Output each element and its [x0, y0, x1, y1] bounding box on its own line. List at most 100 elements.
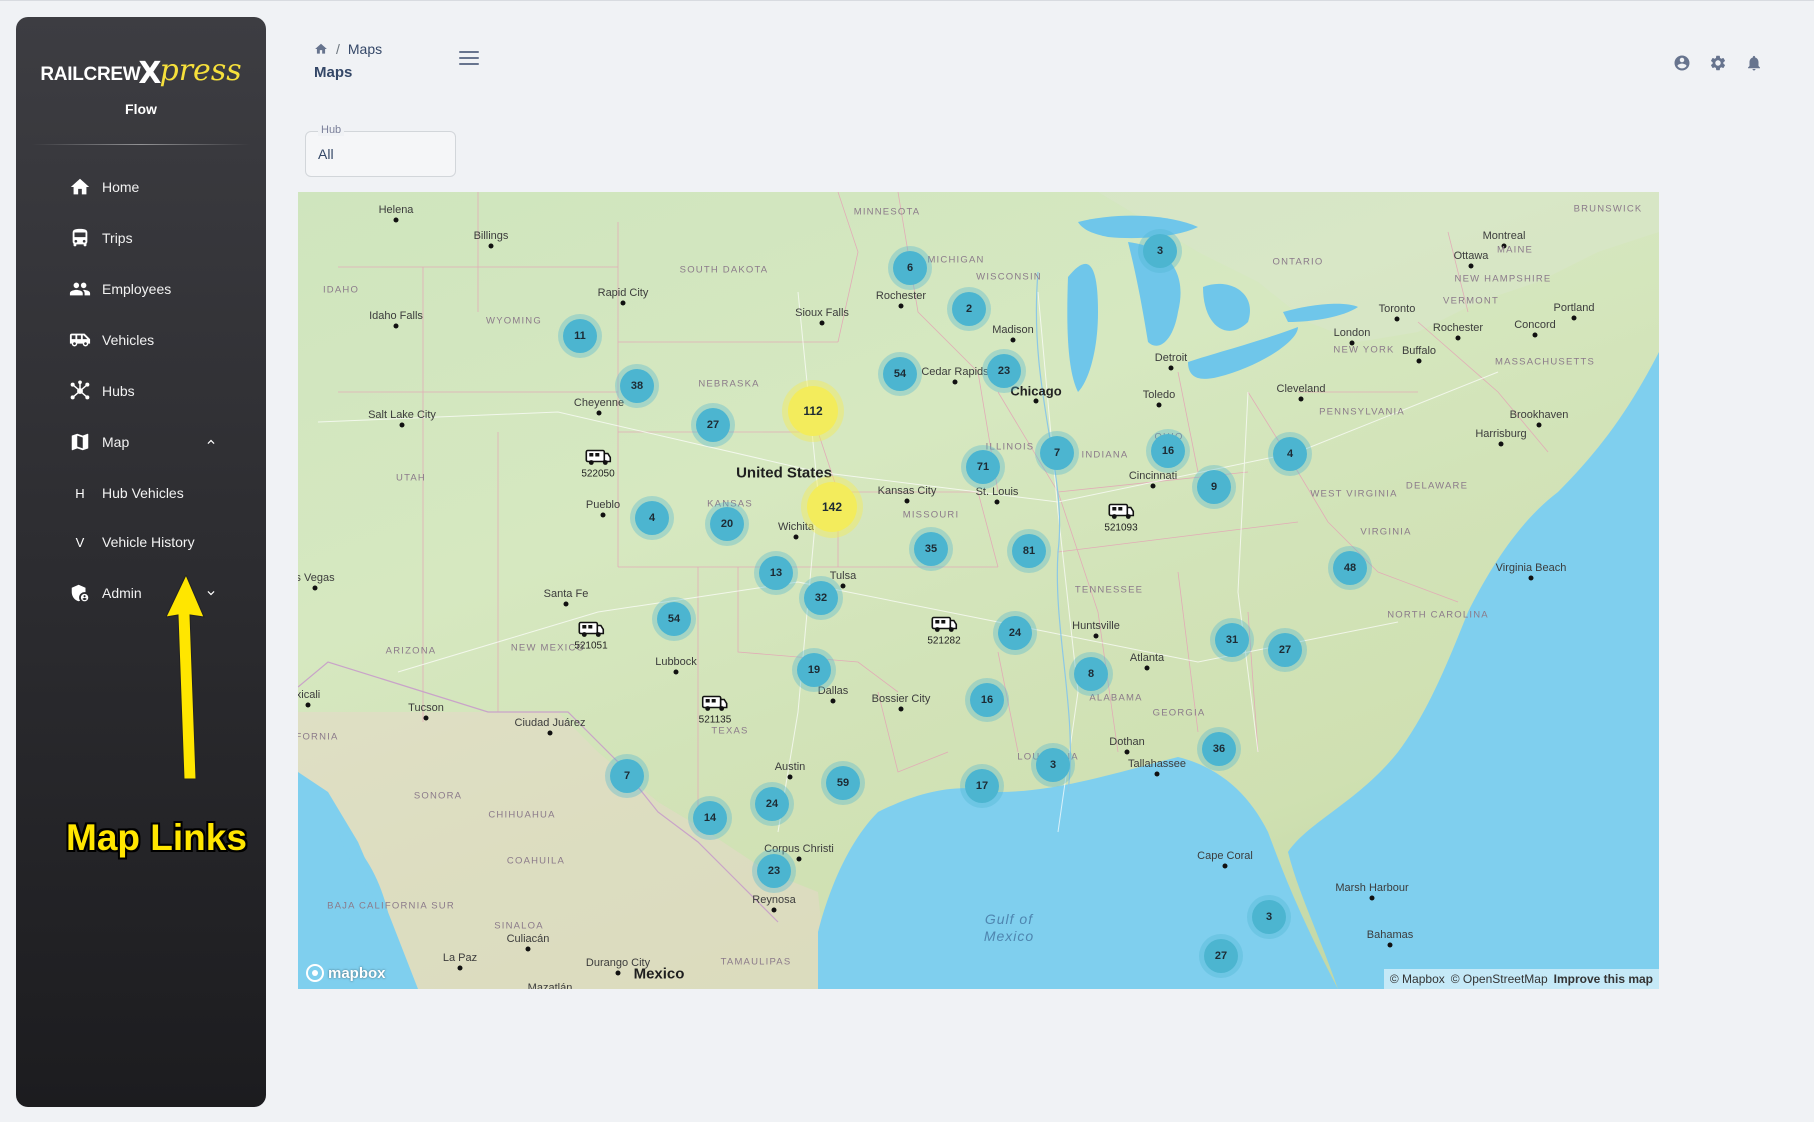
- map-cluster-marker[interactable]: 81: [1012, 534, 1046, 568]
- map-cluster-marker[interactable]: 36: [1202, 732, 1236, 766]
- map-cluster-marker[interactable]: 2: [952, 292, 986, 326]
- map-state-label: INDIANA: [1081, 449, 1129, 461]
- map-cluster-marker[interactable]: 9: [1197, 470, 1231, 504]
- sidebar-item-hub-vehicles[interactable]: H Hub Vehicles: [32, 471, 250, 515]
- city-dot: [1498, 441, 1504, 447]
- map-cluster-marker[interactable]: 4: [635, 501, 669, 535]
- map-cluster-marker[interactable]: 23: [987, 354, 1021, 388]
- map-cluster-marker[interactable]: 11: [563, 319, 597, 353]
- map-cluster-marker[interactable]: 8: [1074, 657, 1108, 691]
- map-vehicle-marker[interactable]: 521282: [927, 616, 961, 647]
- city-dot: [787, 774, 793, 780]
- map-city-label: Toledo: [1142, 389, 1176, 401]
- map-cluster-marker[interactable]: 3: [1036, 748, 1070, 782]
- map-city-label: Chicago: [1010, 383, 1062, 399]
- map-cluster-marker[interactable]: 71: [966, 450, 1000, 484]
- map-cluster-marker[interactable]: 3: [1143, 234, 1177, 268]
- map-attribution: © Mapbox © OpenStreetMap Improve this map: [1383, 969, 1659, 989]
- map-cluster-marker[interactable]: 24: [998, 616, 1032, 650]
- bell-icon[interactable]: [1745, 54, 1765, 74]
- city-dot: [596, 410, 602, 416]
- attribution-osm-link[interactable]: © OpenStreetMap: [1451, 972, 1548, 986]
- hub-select-value: All: [318, 146, 334, 162]
- map-cluster-marker[interactable]: 19: [797, 653, 831, 687]
- map-city-label: Idaho Falls: [369, 310, 423, 322]
- map-cluster-marker[interactable]: 16: [970, 683, 1004, 717]
- sidebar-item-employees[interactable]: Employees: [32, 267, 250, 311]
- map-cluster-marker[interactable]: 3: [1252, 900, 1286, 934]
- city-dot: [423, 715, 429, 721]
- sidebar-item-map[interactable]: Map: [32, 420, 250, 464]
- sidebar-item-hubs[interactable]: Hubs: [32, 369, 250, 413]
- map-state-label: NEW YORK: [1333, 344, 1395, 356]
- map-city-label: Pueblo: [585, 499, 621, 511]
- map-cluster-marker[interactable]: 31: [1215, 623, 1249, 657]
- map-cluster-marker[interactable]: 24: [755, 787, 789, 821]
- map-gulf-label: Gulf of Mexico: [984, 911, 1034, 945]
- map-cluster-marker[interactable]: 54: [657, 602, 691, 636]
- map-cluster-marker[interactable]: 38: [620, 369, 654, 403]
- map-cluster-marker[interactable]: 142: [807, 482, 857, 532]
- account-icon[interactable]: [1673, 54, 1693, 74]
- city-dot: [1144, 665, 1150, 671]
- map-cluster-marker[interactable]: 16: [1151, 434, 1185, 468]
- map-cluster-marker[interactable]: 27: [1268, 633, 1302, 667]
- map-cluster-marker[interactable]: 4: [1273, 437, 1307, 471]
- map-city-label: Tallahassee: [1127, 758, 1187, 770]
- city-dot: [1156, 402, 1162, 408]
- map-city-label: Cleveland: [1276, 383, 1326, 395]
- map-cluster-marker[interactable]: 27: [1204, 939, 1238, 973]
- sidebar-item-vehicles[interactable]: Vehicles: [32, 318, 250, 362]
- map-state-label: MISSOURI: [902, 509, 960, 521]
- map-city-label: Rapid City: [597, 287, 649, 299]
- map-icon: [68, 430, 92, 454]
- mapbox-logo[interactable]: mapbox: [306, 964, 386, 982]
- map-vehicle-marker[interactable]: 521093: [1104, 503, 1138, 534]
- map-cluster-marker[interactable]: 59: [826, 766, 860, 800]
- city-dot: [1571, 315, 1577, 321]
- attribution-mapbox-link[interactable]: © Mapbox: [1390, 972, 1445, 986]
- map-cluster-marker[interactable]: 20: [710, 507, 744, 541]
- hub-select[interactable]: Hub All: [305, 124, 456, 177]
- sidebar-item-home[interactable]: Home: [32, 165, 250, 209]
- map-cluster-marker[interactable]: 6: [893, 251, 927, 285]
- map-cluster-marker[interactable]: 48: [1333, 551, 1367, 585]
- map-vehicle-marker[interactable]: 521135: [699, 695, 731, 726]
- map-city-label: Culiacán: [506, 933, 550, 945]
- sidebar-item-vehicle-history[interactable]: V Vehicle History: [32, 520, 250, 564]
- map-cluster-marker[interactable]: 13: [759, 556, 793, 590]
- map-cluster-marker[interactable]: 7: [1040, 436, 1074, 470]
- map-vehicle-marker[interactable]: 521051: [574, 621, 608, 652]
- van-icon: [927, 616, 960, 634]
- map-cluster-marker[interactable]: 35: [914, 532, 948, 566]
- map-vehicle-marker[interactable]: 522050: [581, 449, 615, 480]
- map-cluster-marker[interactable]: 23: [757, 854, 791, 888]
- map-canvas[interactable]: Helena Billings Idaho Falls Rapid City Sioux…: [298, 192, 1659, 989]
- gear-icon[interactable]: [1709, 54, 1729, 74]
- sidebar-item-label: Home: [102, 179, 140, 195]
- map-cluster-marker[interactable]: 14: [693, 801, 727, 835]
- map-city-label: Harrisburg: [1475, 428, 1527, 440]
- map-state-label: MAINE: [1496, 244, 1534, 256]
- sidebar-item-admin[interactable]: Admin: [32, 571, 250, 615]
- improve-map-link[interactable]: Improve this map: [1554, 972, 1653, 986]
- map-city-label: xicali: [298, 689, 321, 701]
- map-state-label: WEST VIRGINIA: [1310, 488, 1398, 500]
- map-cluster-marker[interactable]: 27: [696, 408, 730, 442]
- home-icon[interactable]: [314, 42, 328, 56]
- map-state-label: ALABAMA: [1089, 692, 1143, 704]
- map-cluster-marker[interactable]: 112: [788, 386, 838, 436]
- map-cluster-marker[interactable]: 7: [610, 759, 644, 793]
- map-city-label: Bahamas: [1366, 929, 1414, 941]
- map-state-label: TEXAS: [711, 725, 749, 737]
- sidebar-item-trips[interactable]: Trips: [32, 216, 250, 260]
- map-cluster-marker[interactable]: 17: [965, 769, 999, 803]
- map-cluster-marker[interactable]: 32: [804, 581, 838, 615]
- city-dot: [673, 669, 679, 675]
- brand-logo[interactable]: RAILCREW X press: [16, 53, 266, 91]
- city-dot: [1298, 396, 1304, 402]
- hamburger-menu-icon[interactable]: [459, 51, 479, 71]
- map-cluster-marker[interactable]: 54: [883, 357, 917, 391]
- map-city-label: Cheyenne: [573, 397, 625, 409]
- breadcrumb-separator: /: [336, 41, 340, 57]
